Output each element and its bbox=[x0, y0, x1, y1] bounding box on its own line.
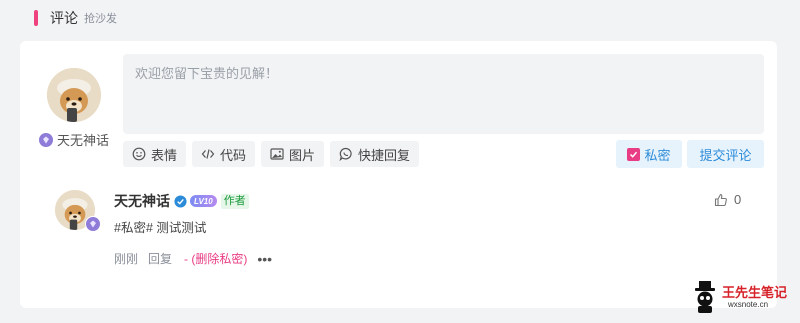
comment-text: #私密# 测试测试 bbox=[114, 221, 207, 235]
level-badge: LV10 bbox=[190, 195, 217, 207]
comment-avatar[interactable] bbox=[55, 190, 101, 232]
code-button-label: 代码 bbox=[220, 147, 247, 163]
gem-level-icon bbox=[39, 132, 53, 147]
code-icon bbox=[201, 149, 215, 159]
image-icon bbox=[270, 148, 284, 160]
comment-author[interactable]: 天无神话 bbox=[114, 191, 170, 211]
emoji-button-label: 表情 bbox=[151, 147, 178, 163]
reply-button[interactable]: 回复 bbox=[148, 250, 172, 267]
code-button[interactable]: 代码 bbox=[192, 141, 256, 167]
gem-level-icon bbox=[85, 216, 101, 232]
quick-reply-button-label: 快捷回复 bbox=[358, 147, 411, 163]
comment-card: 天无神话 表情 代码 图片 bbox=[20, 41, 777, 308]
composer-toolbar: 表情 代码 图片 快捷回复 bbox=[123, 141, 420, 167]
section-accent-bar bbox=[34, 10, 38, 26]
comment-input[interactable] bbox=[123, 54, 764, 134]
current-user-avatar[interactable] bbox=[47, 68, 101, 122]
emoji-button[interactable]: 表情 bbox=[123, 141, 187, 167]
watermark-title: 王先生笔记 bbox=[722, 285, 788, 300]
like-button[interactable]: 0 bbox=[714, 192, 741, 207]
watermark-url: wxsnote.cn bbox=[728, 300, 769, 309]
more-options-icon[interactable]: ••• bbox=[257, 251, 272, 267]
section-title: 评论 bbox=[50, 10, 78, 26]
mascot-logo-icon bbox=[695, 281, 715, 313]
comment-meta: 刚刚 回复 - (删除私密) ••• bbox=[114, 250, 272, 267]
submit-comment-button[interactable]: 提交评论 bbox=[687, 140, 764, 168]
watermark: 王先生笔记 wxsnote.cn bbox=[690, 280, 787, 314]
current-user-name-text: 天无神话 bbox=[57, 133, 110, 148]
reply-bubble-icon bbox=[339, 147, 352, 161]
comment-header: 天无神话 LV10 作者 bbox=[114, 191, 249, 211]
author-tag: 作者 bbox=[220, 193, 249, 209]
image-button[interactable]: 图片 bbox=[261, 141, 325, 167]
section-subtitle: 抢沙发 bbox=[84, 13, 117, 25]
checkbox-checked-icon bbox=[627, 147, 641, 161]
current-user-name: 天无神话 bbox=[39, 130, 109, 149]
private-toggle-label: 私密 bbox=[644, 147, 671, 163]
image-button-label: 图片 bbox=[289, 147, 316, 163]
like-count: 0 bbox=[734, 192, 742, 207]
comment-time: 刚刚 bbox=[114, 252, 139, 266]
private-toggle[interactable]: 私密 bbox=[616, 140, 682, 168]
thumbs-up-icon bbox=[714, 193, 727, 206]
quick-reply-button[interactable]: 快捷回复 bbox=[330, 141, 420, 167]
verified-icon bbox=[174, 194, 187, 208]
smile-icon bbox=[132, 147, 146, 161]
section-header: 评论 抢沙发 bbox=[34, 9, 117, 27]
delete-private-link[interactable]: - (删除私密) bbox=[184, 250, 247, 267]
